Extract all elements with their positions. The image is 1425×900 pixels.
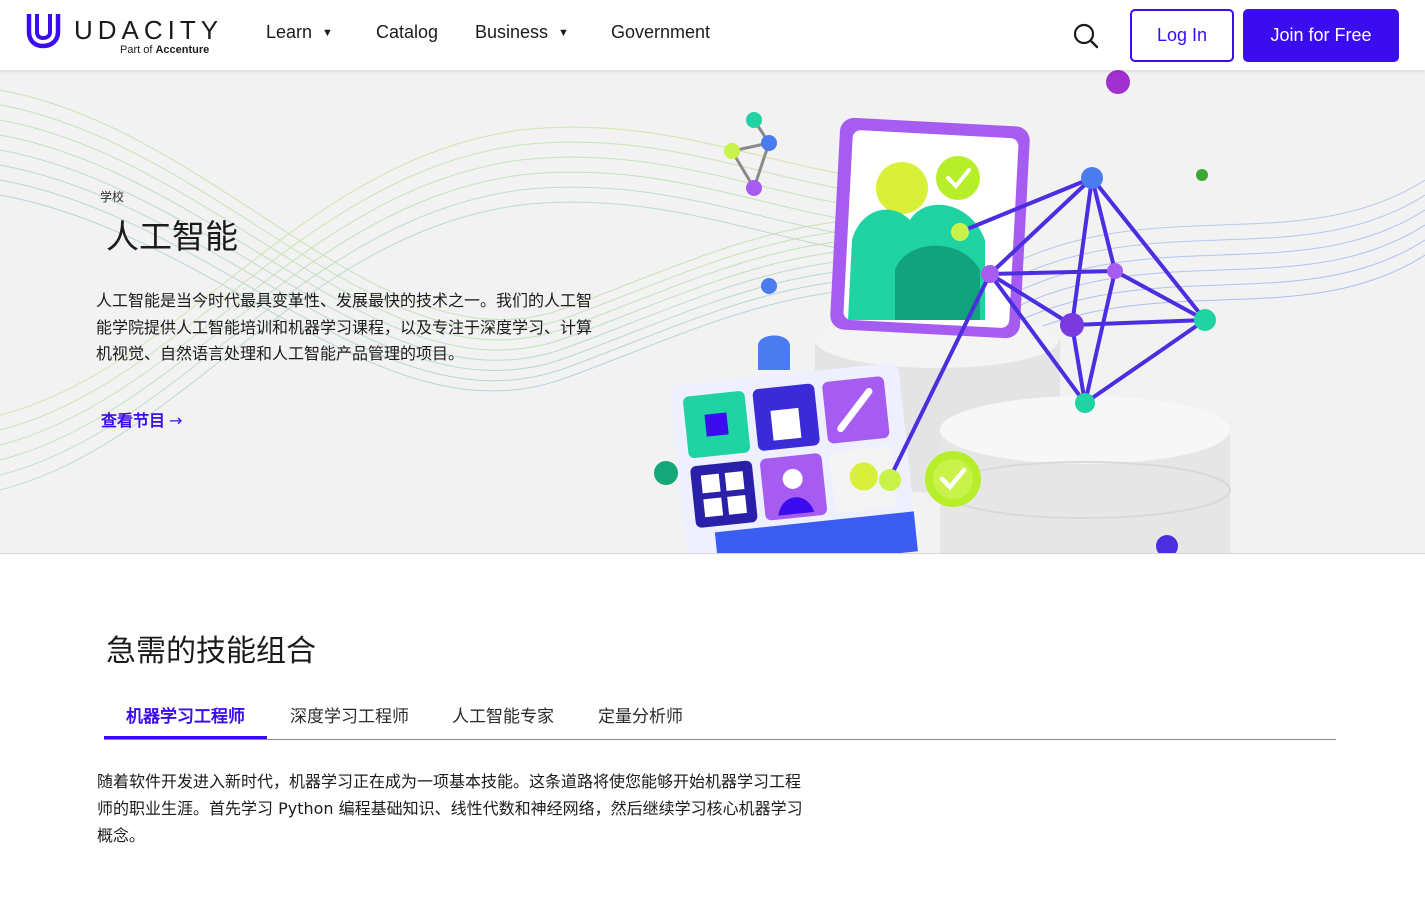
hero-eyebrow: 学校 xyxy=(100,190,125,204)
login-button[interactable]: Log In xyxy=(1130,9,1234,62)
pedestal-front xyxy=(939,396,1231,553)
search-button[interactable] xyxy=(1070,20,1102,52)
tab-ml-engineer[interactable]: 机器学习工程师 xyxy=(126,702,245,727)
logo-tagline-prefix: Part of xyxy=(120,44,156,56)
nav-learn[interactable]: Learn ▼ xyxy=(266,22,333,43)
search-icon xyxy=(1073,23,1099,49)
tab-quant-analyst[interactable]: 定量分析师 xyxy=(598,702,683,727)
udacity-logo-icon xyxy=(26,14,61,49)
nav-government[interactable]: Government xyxy=(611,22,710,43)
active-tab-indicator xyxy=(104,736,267,739)
tab-deep-learning-engineer[interactable]: 深度学习工程师 xyxy=(290,702,409,727)
nav-learn-label: Learn xyxy=(266,22,313,42)
nav-catalog[interactable]: Catalog xyxy=(376,22,438,43)
hero-illustration xyxy=(654,70,1231,553)
logo-wordmark: UDACITY xyxy=(74,15,224,45)
nav-business-label: Business xyxy=(475,22,549,42)
skills-section-title: 急需的技能组合 xyxy=(106,634,316,669)
hero-description: 人工智能是当今时代最具变革性、发展最快的技术之一。我们的人工智能学院提供人工智能… xyxy=(96,291,593,363)
tile-card xyxy=(670,363,918,553)
chevron-down-icon: ▼ xyxy=(558,27,569,39)
view-programs-label: 查看节目 xyxy=(101,411,166,430)
logo-tagline-brand: Accenture xyxy=(155,44,210,56)
tab-ai-specialist[interactable]: 人工智能专家 xyxy=(452,702,554,727)
skill-description: 随着软件开发进入新时代，机器学习正在成为一项基本技能。这条道路将使您能够开始机器… xyxy=(97,772,803,845)
join-for-free-button[interactable]: Join for Free xyxy=(1243,9,1399,62)
arrow-right-icon: → xyxy=(169,411,183,430)
nav-catalog-label: Catalog xyxy=(376,22,439,42)
udacity-logo[interactable]: UDACITY Part of Accenture xyxy=(24,10,224,60)
top-navigation-bar: UDACITY Part of Accenture Learn ▼ Catalog… xyxy=(0,0,1425,70)
nav-government-label: Government xyxy=(611,22,711,42)
view-programs-link[interactable]: 查看节目 → xyxy=(101,407,182,431)
hero-title: 人工智能 xyxy=(106,217,238,256)
chevron-down-icon: ▼ xyxy=(322,27,333,39)
logo-tagline: Part of Accenture xyxy=(120,44,209,56)
molecule-icon xyxy=(724,112,777,196)
skills-tabs: 机器学习工程师 深度学习工程师 人工智能专家 定量分析师 xyxy=(104,690,1336,740)
hero-section: 学校 人工智能 人工智能是当今时代最具变革性、发展最快的技术之一。我们的人工智能… xyxy=(0,70,1425,554)
check-badge-icon xyxy=(925,451,981,507)
nav-business[interactable]: Business ▼ xyxy=(475,22,569,43)
picture-frame-card xyxy=(830,117,1030,339)
